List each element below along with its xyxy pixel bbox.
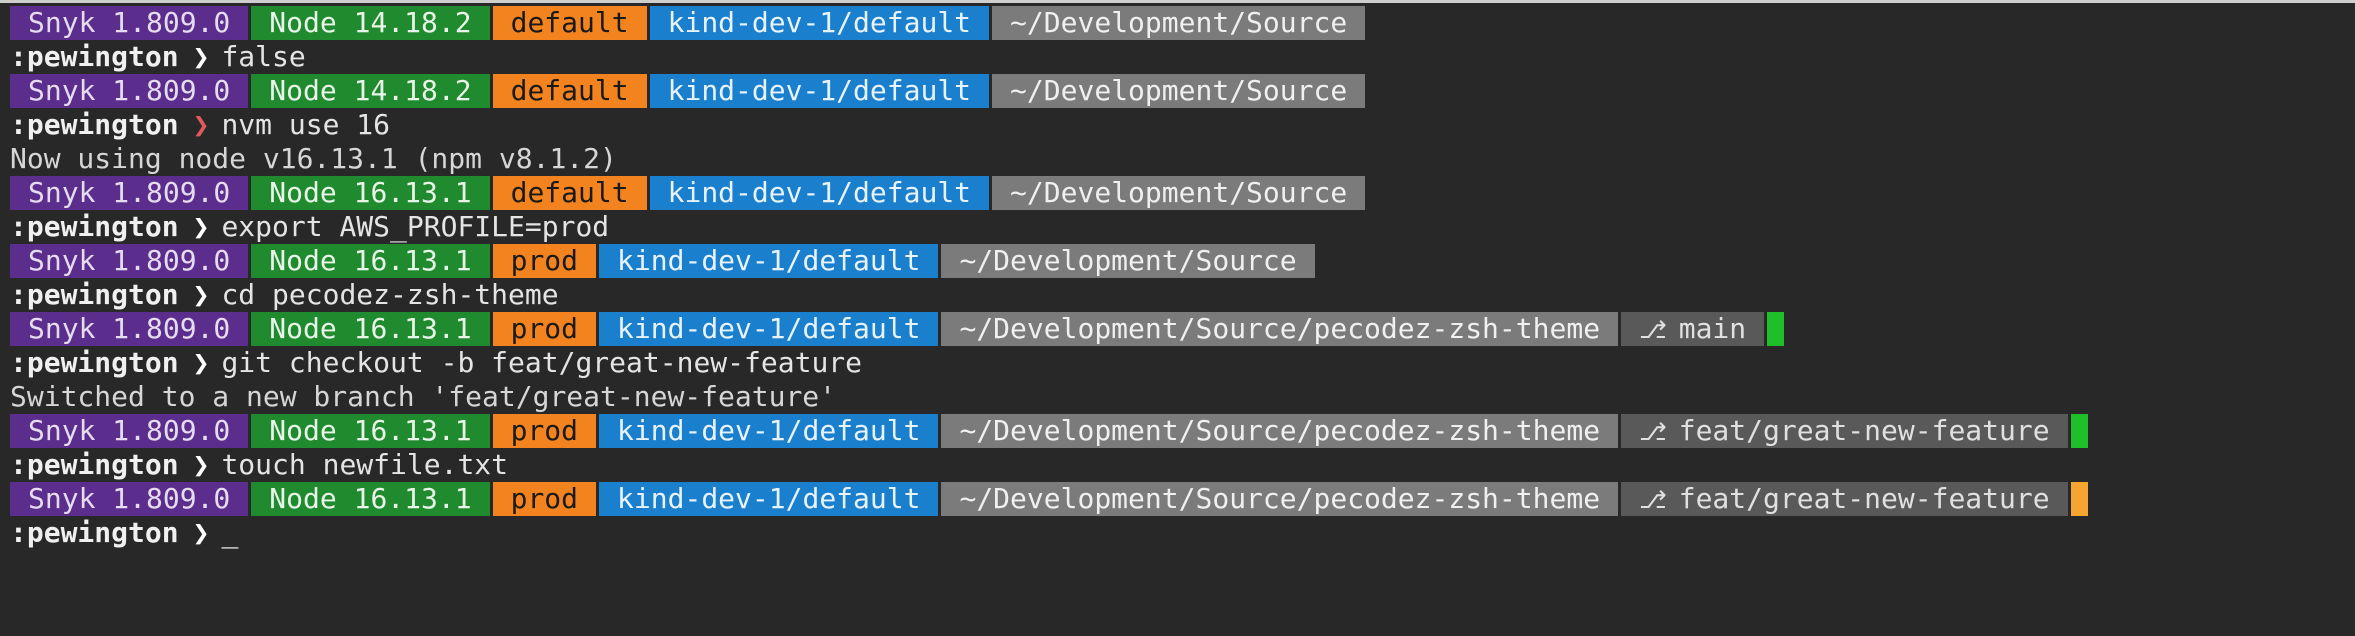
kube-context-segment: kind-dev-1/default [599, 312, 939, 346]
status-line: Snyk 1.809.0 Node 16.13.1 default kind-dev-… [10, 176, 2355, 210]
node-version-segment: Node 16.13.1 [251, 414, 490, 448]
snyk-segment: Snyk 1.809.0 [10, 74, 249, 108]
kube-context-segment: kind-dev-1/default [649, 74, 990, 108]
prompt-arrow-icon: ❯ [192, 346, 210, 379]
command-line: :pewington ❯ git checkout -b feat/great-ne… [10, 346, 2355, 380]
git-branch-segment: ⎇ feat/great-new-feature [1621, 482, 2068, 516]
directory-segment: ~/Development/Source [992, 74, 1366, 108]
aws-profile-segment: default [492, 176, 647, 210]
prompt-arrow-icon: ❯ [192, 108, 210, 141]
prompt-arrow-icon: ❯ [192, 210, 210, 243]
git-branch-name: main [1678, 312, 1747, 345]
node-version-segment: Node 16.13.1 [251, 176, 490, 210]
snyk-segment: Snyk 1.809.0 [10, 244, 249, 278]
command-text: nvm use 16 [221, 108, 391, 141]
directory-segment: ~/Development/Source/pecodez-zsh-theme [941, 482, 1619, 516]
aws-profile-segment: prod [492, 414, 597, 448]
git-branch-segment: ⎇ main [1621, 312, 1765, 346]
command-text: git checkout -b feat/great-new-feature [221, 346, 863, 379]
prompt-user: :pewington [10, 448, 179, 481]
prompt-user: :pewington [10, 108, 179, 141]
prompt-user: :pewington [10, 210, 179, 243]
kube-context-segment: kind-dev-1/default [599, 482, 939, 516]
git-branch-name: feat/great-new-feature [1678, 414, 2050, 447]
status-line: Snyk 1.809.0 Node 16.13.1 prod kind-dev-1/d… [10, 482, 2355, 516]
prompt-arrow-icon: ❯ [192, 448, 210, 481]
command-output: Switched to a new branch 'feat/great-new… [10, 380, 837, 413]
directory-segment: ~/Development/Source [941, 244, 1315, 278]
git-branch-icon: ⎇ [1639, 418, 1667, 446]
git-branch-icon: ⎇ [1639, 316, 1667, 344]
command-text: touch newfile.txt [221, 448, 509, 481]
directory-segment: ~/Development/Source/pecodez-zsh-theme [941, 312, 1619, 346]
node-version-segment: Node 14.18.2 [251, 74, 490, 108]
snyk-segment: Snyk 1.809.0 [10, 414, 249, 448]
active-prompt-line[interactable]: :pewington ❯ _ [10, 516, 2355, 550]
prompt-arrow-icon: ❯ [192, 278, 210, 311]
prompt-user: :pewington [10, 40, 179, 73]
aws-profile-segment: default [492, 6, 647, 40]
kube-context-segment: kind-dev-1/default [649, 176, 990, 210]
terminal-window[interactable]: Snyk 1.809.0 Node 14.18.2 default kind-dev-… [0, 0, 2355, 636]
kube-context-segment: kind-dev-1/default [649, 6, 990, 40]
aws-profile-segment: prod [492, 312, 597, 346]
command-line: :pewington ❯ nvm use 16 [10, 108, 2355, 142]
status-line: Snyk 1.809.0 Node 16.13.1 prod kind-dev-1/d… [10, 244, 2355, 278]
directory-segment: ~/Development/Source [992, 6, 1366, 40]
status-line: Snyk 1.809.0 Node 14.18.2 default kind-dev-… [10, 6, 2355, 40]
kube-context-segment: kind-dev-1/default [599, 414, 939, 448]
aws-profile-segment: prod [492, 482, 597, 516]
command-line: :pewington ❯ false [10, 40, 2355, 74]
snyk-segment: Snyk 1.809.0 [10, 6, 249, 40]
command-text: false [221, 40, 306, 73]
command-line: :pewington ❯ export AWS_PROFILE=prod [10, 210, 2355, 244]
command-text: cd pecodez-zsh-theme [221, 278, 559, 311]
kube-context-segment: kind-dev-1/default [599, 244, 939, 278]
node-version-segment: Node 16.13.1 [251, 482, 490, 516]
aws-profile-segment: default [492, 74, 647, 108]
command-text: export AWS_PROFILE=prod [221, 210, 610, 243]
node-version-segment: Node 16.13.1 [251, 244, 490, 278]
status-line: Snyk 1.809.0 Node 16.13.1 prod kind-dev-1/d… [10, 312, 2355, 346]
status-line: Snyk 1.809.0 Node 16.13.1 prod kind-dev-1/d… [10, 414, 2355, 448]
status-line: Snyk 1.809.0 Node 14.18.2 default kind-dev-… [10, 74, 2355, 108]
git-status-indicator [1767, 312, 1785, 346]
snyk-segment: Snyk 1.809.0 [10, 482, 249, 516]
aws-profile-segment: prod [492, 244, 597, 278]
snyk-segment: Snyk 1.809.0 [10, 176, 249, 210]
prompt-arrow-icon: ❯ [192, 40, 210, 73]
directory-segment: ~/Development/Source [992, 176, 1366, 210]
prompt-user: :pewington [10, 516, 179, 549]
git-branch-icon: ⎇ [1639, 486, 1667, 514]
text-cursor[interactable]: _ [221, 516, 238, 550]
command-output: Now using node v16.13.1 (npm v8.1.2) [10, 142, 617, 175]
git-status-indicator [2070, 414, 2088, 448]
prompt-user: :pewington [10, 346, 179, 379]
prompt-user: :pewington [10, 278, 179, 311]
git-status-indicator [2070, 482, 2088, 516]
command-line: :pewington ❯ touch newfile.txt [10, 448, 2355, 482]
git-branch-segment: ⎇ feat/great-new-feature [1621, 414, 2068, 448]
snyk-segment: Snyk 1.809.0 [10, 312, 249, 346]
prompt-arrow-icon: ❯ [192, 516, 210, 549]
directory-segment: ~/Development/Source/pecodez-zsh-theme [941, 414, 1619, 448]
command-line: :pewington ❯ cd pecodez-zsh-theme [10, 278, 2355, 312]
node-version-segment: Node 16.13.1 [251, 312, 490, 346]
node-version-segment: Node 14.18.2 [251, 6, 490, 40]
git-branch-name: feat/great-new-feature [1678, 482, 2050, 515]
